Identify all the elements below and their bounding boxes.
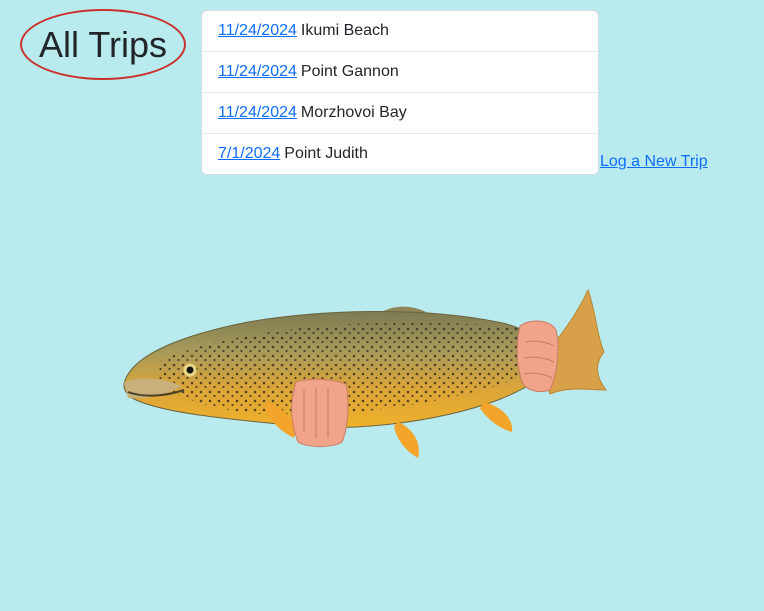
- trip-date-link[interactable]: 11/24/2024: [218, 63, 297, 80]
- page-title-oval: All Trips: [20, 9, 186, 80]
- trip-date-link[interactable]: 11/24/2024: [218, 22, 297, 39]
- trip-location: Point Gannon: [300, 63, 399, 80]
- trip-location: Morzhovoi Bay: [300, 104, 407, 121]
- brown-trout-image: [123, 288, 607, 458]
- trip-date-link[interactable]: 11/24/2024: [218, 104, 297, 121]
- log-new-trip-link[interactable]: Log a New Trip: [600, 153, 708, 171]
- list-item: 11/24/2024 Point Gannon: [202, 52, 598, 93]
- list-item: 11/24/2024 Morzhovoi Bay: [202, 93, 598, 134]
- trip-location: Point Judith: [284, 145, 368, 162]
- trip-list: 11/24/2024 Ikumi Beach 11/24/2024 Point Ga…: [201, 10, 599, 175]
- page-title: All Trips: [38, 23, 168, 65]
- trip-date-link[interactable]: 7/1/2024: [218, 145, 280, 162]
- list-item: 7/1/2024 Point Judith: [202, 134, 598, 174]
- list-item: 11/24/2024 Ikumi Beach: [202, 11, 598, 52]
- trip-location: Ikumi Beach: [300, 22, 389, 39]
